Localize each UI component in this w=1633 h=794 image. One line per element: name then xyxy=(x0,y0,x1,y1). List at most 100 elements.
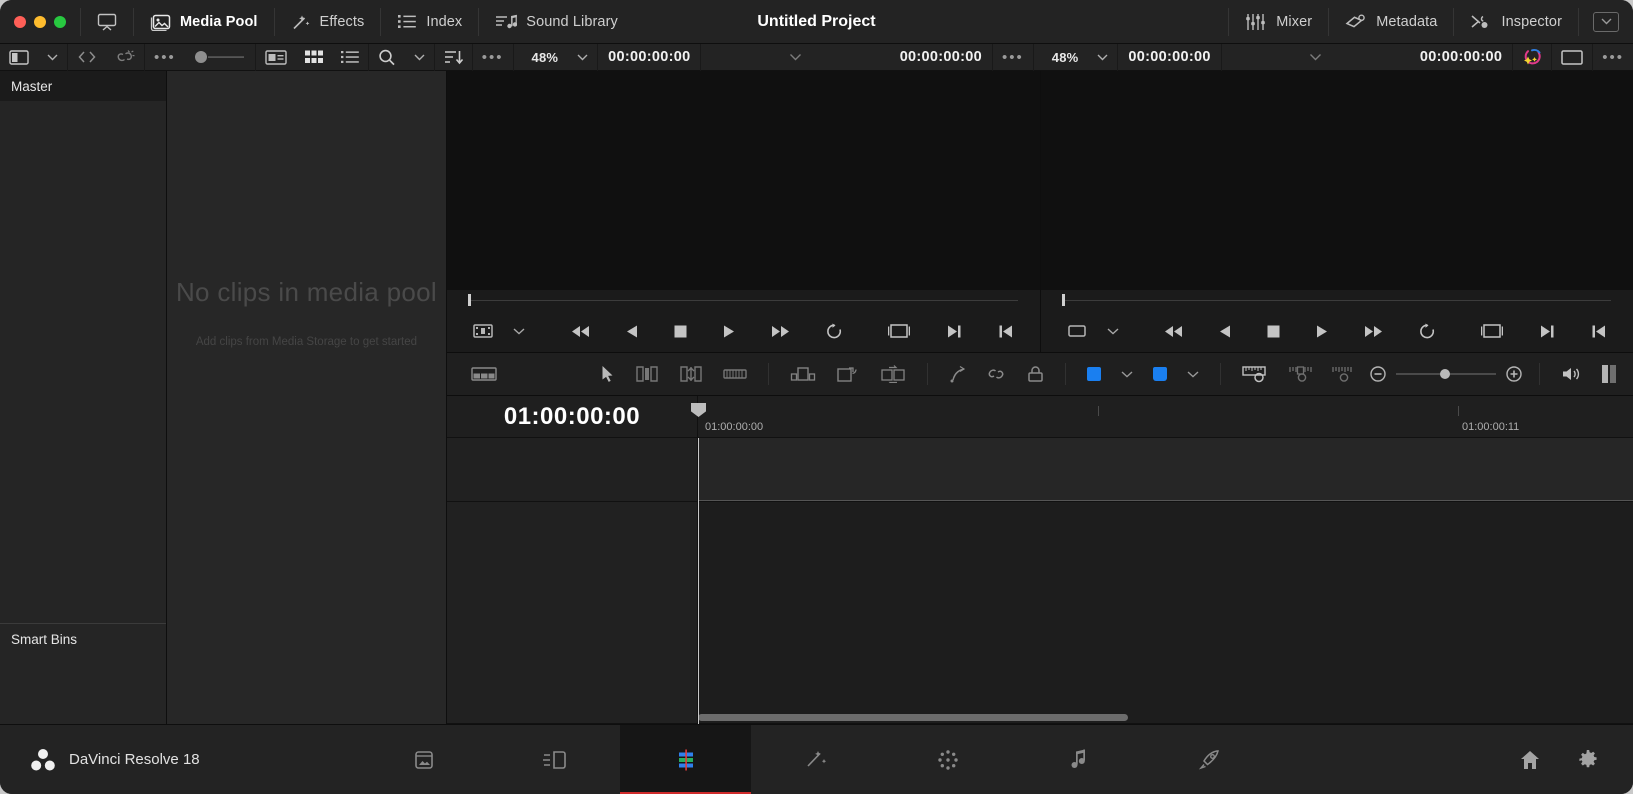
minimize-window-button[interactable] xyxy=(34,15,46,28)
zoom-in-icon[interactable] xyxy=(1506,366,1522,382)
grid-view-button[interactable] xyxy=(296,44,332,71)
video-track-header[interactable] xyxy=(447,438,698,501)
tab-mixer[interactable]: Mixer xyxy=(1229,0,1328,44)
stop-button[interactable] xyxy=(1256,324,1291,339)
maximize-window-button[interactable] xyxy=(54,15,66,28)
stop-button[interactable] xyxy=(663,324,698,339)
timeline-mode-button[interactable] xyxy=(1057,323,1097,339)
timeline-view-options-button[interactable] xyxy=(461,366,507,382)
insert-clip-button[interactable] xyxy=(780,365,826,383)
timeline-mode-chevron-button[interactable] xyxy=(1097,327,1129,335)
scrubber-handle[interactable] xyxy=(468,294,471,306)
scrollbar-thumb[interactable] xyxy=(698,714,1128,721)
tab-metadata[interactable]: Metadata xyxy=(1329,0,1453,44)
panel-layout-button[interactable] xyxy=(0,44,38,71)
list-view-button[interactable] xyxy=(332,44,368,71)
panel-split-button[interactable] xyxy=(1591,364,1633,384)
page-media[interactable] xyxy=(358,725,489,794)
zoom-detail-button[interactable] xyxy=(1278,365,1322,383)
enhance-color-button[interactable] xyxy=(1513,44,1551,71)
unlink-clips-button[interactable] xyxy=(106,44,144,71)
search-chevron-button[interactable] xyxy=(405,44,434,71)
timeline-timecode-in[interactable]: 00:00:00:00 xyxy=(1118,49,1220,65)
source-zoom-chevron-button[interactable] xyxy=(568,44,597,71)
more-options-button[interactable]: ••• xyxy=(473,44,513,71)
page-fairlight[interactable] xyxy=(1013,725,1144,794)
marker-button[interactable] xyxy=(1143,367,1177,381)
jump-to-start-button[interactable] xyxy=(560,324,601,339)
mark-in-out-button[interactable] xyxy=(1471,324,1513,338)
dynamic-trim-button[interactable] xyxy=(669,365,713,383)
source-viewer-canvas[interactable] xyxy=(447,71,1040,290)
replace-clip-button[interactable] xyxy=(870,365,916,383)
collapse-panel-button[interactable] xyxy=(1593,11,1619,32)
jump-to-start-button[interactable] xyxy=(1153,324,1194,339)
video-track-area[interactable] xyxy=(698,438,1633,501)
thumbnail-size-slider[interactable] xyxy=(185,44,255,71)
timeline-current-timecode[interactable]: 01:00:00:00 xyxy=(447,396,698,437)
page-color[interactable] xyxy=(882,725,1013,794)
timeline-timecode-out[interactable]: 00:00:00:00 xyxy=(1410,49,1512,65)
media-pool-options-button[interactable]: ••• xyxy=(145,44,185,71)
panel-layout-chevron-button[interactable] xyxy=(38,44,67,71)
audio-track-header[interactable] xyxy=(447,502,698,723)
timeline-clip-name-field[interactable] xyxy=(1222,44,1410,71)
bin-item-smart-bins[interactable]: Smart Bins xyxy=(0,624,166,654)
metadata-view-button[interactable] xyxy=(256,44,296,71)
timeline-scrubber[interactable] xyxy=(1040,290,1633,310)
razor-blade-button[interactable] xyxy=(713,366,757,382)
trim-edit-mode-button[interactable] xyxy=(625,365,669,383)
tab-media-pool[interactable]: Media Pool xyxy=(134,0,274,44)
page-cut[interactable] xyxy=(489,725,620,794)
source-zoom-value[interactable]: 48% xyxy=(514,50,569,65)
mark-in-button[interactable] xyxy=(1581,324,1617,339)
scrubber-handle[interactable] xyxy=(1061,294,1065,306)
play-reverse-button[interactable] xyxy=(615,324,649,339)
zoom-out-icon[interactable] xyxy=(1370,366,1386,382)
overwrite-clip-button[interactable] xyxy=(826,365,870,383)
source-timecode-out[interactable]: 00:00:00:00 xyxy=(890,49,992,65)
loop-button[interactable] xyxy=(1408,323,1446,340)
source-viewer-options-button[interactable]: ••• xyxy=(993,44,1033,71)
audio-track-area[interactable] xyxy=(698,502,1633,723)
safe-area-button[interactable] xyxy=(1552,44,1592,71)
monitor-toggle-button[interactable] xyxy=(81,0,133,44)
selection-tool-button[interactable] xyxy=(591,365,625,383)
zoom-slider-track[interactable] xyxy=(1396,369,1496,379)
mark-out-button[interactable] xyxy=(1529,324,1565,339)
loop-button[interactable] xyxy=(815,323,853,340)
jump-to-end-button[interactable] xyxy=(1353,324,1394,339)
close-window-button[interactable] xyxy=(14,15,26,28)
flag-chevron-button[interactable] xyxy=(1111,370,1143,378)
linked-selection-button[interactable] xyxy=(977,365,1017,383)
search-button[interactable] xyxy=(369,44,405,71)
marker-chevron-button[interactable] xyxy=(1177,370,1209,378)
flag-button[interactable] xyxy=(1077,367,1111,381)
play-forward-button[interactable] xyxy=(712,324,746,339)
source-timecode-in[interactable]: 00:00:00:00 xyxy=(598,49,700,65)
zoom-slider-knob[interactable] xyxy=(1440,369,1450,379)
tab-inspector[interactable]: Inspector xyxy=(1454,0,1578,44)
page-edit[interactable] xyxy=(620,724,751,794)
source-mode-chevron-button[interactable] xyxy=(503,327,535,335)
sort-button[interactable] xyxy=(435,44,472,71)
jump-to-end-button[interactable] xyxy=(760,324,801,339)
mark-in-out-button[interactable] xyxy=(878,324,920,338)
video-track-row[interactable] xyxy=(447,438,1633,502)
timeline-ruler[interactable]: 01:00:00:00 01:00:00:11 xyxy=(698,396,1633,437)
timeline-viewer-canvas[interactable] xyxy=(1040,71,1633,290)
audio-mute-button[interactable] xyxy=(1551,365,1591,383)
timeline-zoom-chevron-button[interactable] xyxy=(1088,44,1117,71)
zoom-full-button[interactable] xyxy=(1322,365,1364,383)
timeline-zoom-slider[interactable] xyxy=(1364,366,1528,382)
tab-sound-library[interactable]: Sound Library xyxy=(479,0,634,44)
mark-in-button[interactable] xyxy=(988,324,1024,339)
play-reverse-button[interactable] xyxy=(1208,324,1242,339)
zoom-to-fit-button[interactable] xyxy=(1232,365,1278,383)
snapping-button[interactable] xyxy=(939,365,977,383)
timeline-playhead[interactable] xyxy=(691,403,706,724)
timeline-zoom-value[interactable]: 48% xyxy=(1034,50,1089,65)
source-clip-name-field[interactable] xyxy=(701,44,889,71)
tab-effects[interactable]: Effects xyxy=(275,0,381,44)
mark-out-button[interactable] xyxy=(936,324,972,339)
